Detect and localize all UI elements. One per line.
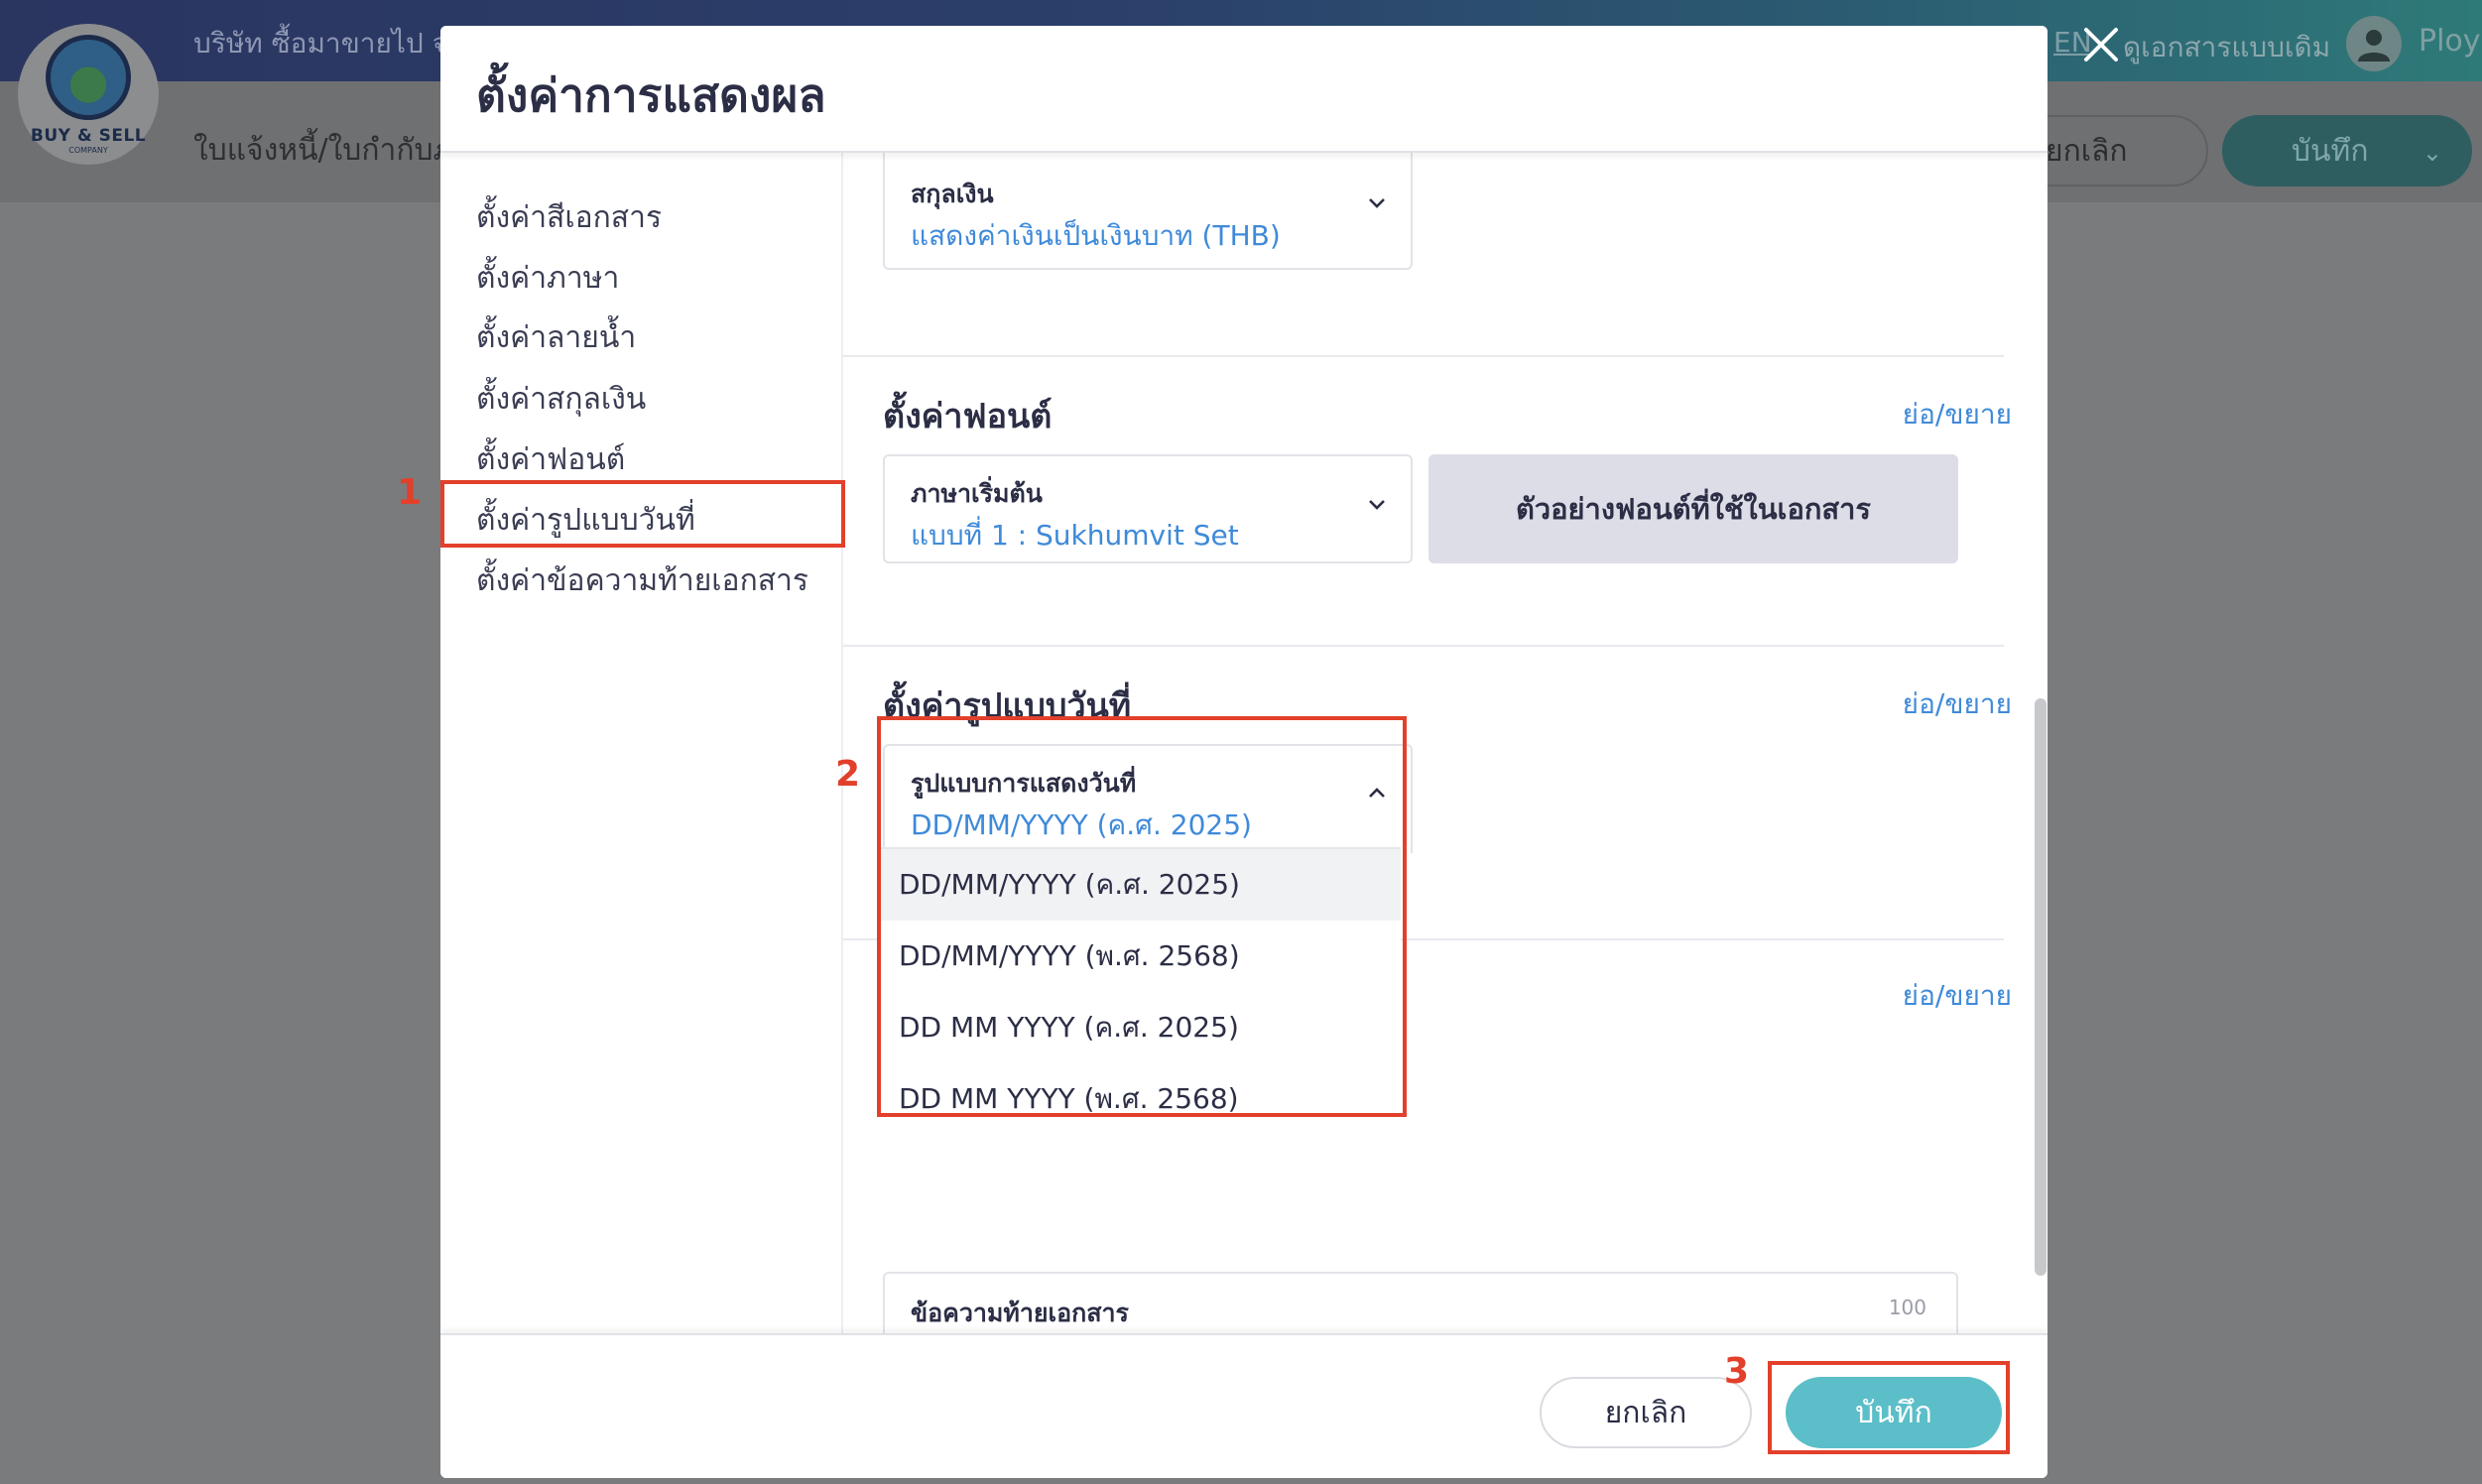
nav-item-document-color[interactable]: ตั้งค่าสีเอกสาร: [476, 194, 662, 241]
user-icon: [2358, 30, 2390, 62]
date-section-title: ตั้งค่ารูปแบบวันที่: [883, 686, 1132, 726]
cancel-button[interactable]: ยกเลิก: [1540, 1377, 1752, 1448]
nav-item-document-footer[interactable]: ตั้งค่าข้อความท้ายเอกสาร: [476, 557, 808, 604]
section-divider: [843, 645, 2004, 647]
character-limit: 100: [1888, 1296, 1926, 1319]
font-section-toggle[interactable]: ย่อ/ขยาย: [1903, 393, 2012, 436]
date-option-dd-mm-yyyy-ad[interactable]: DD/MM/YYYY (ค.ศ. 2025): [877, 849, 1401, 921]
modal-footer: ยกเลิก บันทึก: [440, 1333, 2048, 1478]
chevron-down-icon: [1369, 500, 1385, 510]
content-scrollbar[interactable]: [2035, 698, 2047, 1276]
chevron-down-icon[interactable]: ⌄: [2422, 139, 2442, 167]
nav-item-font[interactable]: ตั้งค่าฟอนต์: [476, 436, 625, 483]
user-name[interactable]: Ploy: [2419, 24, 2481, 59]
chevron-down-icon: [1369, 198, 1385, 208]
modal-header: ตั้งค่าการแสดงผล: [440, 26, 2048, 153]
footer-section-toggle[interactable]: ย่อ/ขยาย: [1903, 974, 2012, 1018]
date-format-value: DD/MM/YYYY (ค.ศ. 2025): [911, 808, 1252, 841]
settings-content: สกุลเงิน แสดงค่าเงินเป็นเงินบาท (THB) ตั…: [843, 153, 2048, 1361]
modal-title: ตั้งค่าการแสดงผล: [476, 68, 826, 122]
date-option-dd-mm-yyyy-be[interactable]: DD/MM/YYYY (พ.ศ. 2568): [877, 921, 1401, 992]
date-format-label: รูปแบบการแสดงวันที่: [911, 769, 1137, 798]
date-option-dd-mm-yyyy-space-ad[interactable]: DD MM YYYY (ค.ศ. 2025): [877, 992, 1401, 1063]
user-avatar[interactable]: [2346, 16, 2402, 71]
annotation-number-1: 1: [397, 472, 423, 513]
annotation-number-2: 2: [835, 754, 861, 795]
font-language-label: ภาษาเริ่มต้น: [911, 479, 1043, 508]
nav-item-currency[interactable]: ตั้งค่าสกุลเงิน: [476, 376, 646, 423]
logo-mark-icon: [46, 34, 131, 120]
view-old-document-link[interactable]: ดูเอกสารแบบเดิม: [2123, 26, 2330, 69]
date-section-toggle[interactable]: ย่อ/ขยาย: [1903, 682, 2012, 726]
company-logo: BUY & SELL COMPANY: [18, 24, 159, 165]
save-button[interactable]: บันทึก: [1786, 1377, 2002, 1448]
date-option-dd-mm-yyyy-space-be[interactable]: DD MM YYYY (พ.ศ. 2568): [877, 1063, 1401, 1135]
close-icon[interactable]: [2078, 22, 2124, 67]
company-name: บริษัท ซื้อมาขายไป จำ: [193, 27, 464, 60]
date-format-dropdown: DD/MM/YYYY (ค.ศ. 2025) DD/MM/YYYY (พ.ศ. …: [877, 847, 1401, 1135]
date-format-select[interactable]: รูปแบบการแสดงวันที่ DD/MM/YYYY (ค.ศ. 202…: [883, 744, 1413, 853]
section-divider: [843, 355, 2004, 357]
chevron-up-icon: [1369, 788, 1385, 798]
logo-text: BUY & SELL: [30, 125, 147, 146]
font-language-select[interactable]: ภาษาเริ่มต้น แบบที่ 1 : Sukhumvit Set: [883, 454, 1413, 563]
background-cancel-label: ยกเลิก: [2046, 133, 2128, 169]
nav-item-date-format[interactable]: ตั้งค่ารูปแบบวันที่: [476, 497, 695, 544]
currency-select-value: แสดงค่าเงินเป็นเงินบาท (THB): [911, 219, 1281, 252]
nav-item-language[interactable]: ตั้งค่าภาษา: [476, 255, 619, 302]
background-save-button[interactable]: บันทึก ⌄: [2222, 115, 2472, 186]
font-language-value: แบบที่ 1 : Sukhumvit Set: [911, 519, 1239, 552]
document-footer-label: ข้อความท้ายเอกสาร: [911, 1298, 1129, 1327]
font-preview-button[interactable]: ตัวอย่างฟอนต์ที่ใช้ในเอกสาร: [1428, 454, 1958, 563]
background-save-label: บันทึก: [2292, 133, 2369, 169]
nav-item-watermark[interactable]: ตั้งค่าลายน้ำ: [476, 314, 636, 361]
logo-subtext: COMPANY: [68, 145, 108, 155]
display-settings-modal: ตั้งค่าการแสดงผล ตั้งค่าสีเอกสาร ตั้งค่า…: [440, 26, 2048, 1478]
currency-select[interactable]: สกุลเงิน แสดงค่าเงินเป็นเงินบาท (THB): [883, 153, 1413, 270]
annotation-number-3: 3: [1724, 1351, 1750, 1392]
currency-select-label: สกุลเงิน: [911, 180, 994, 208]
font-section-title: ตั้งค่าฟอนต์: [883, 397, 1053, 436]
